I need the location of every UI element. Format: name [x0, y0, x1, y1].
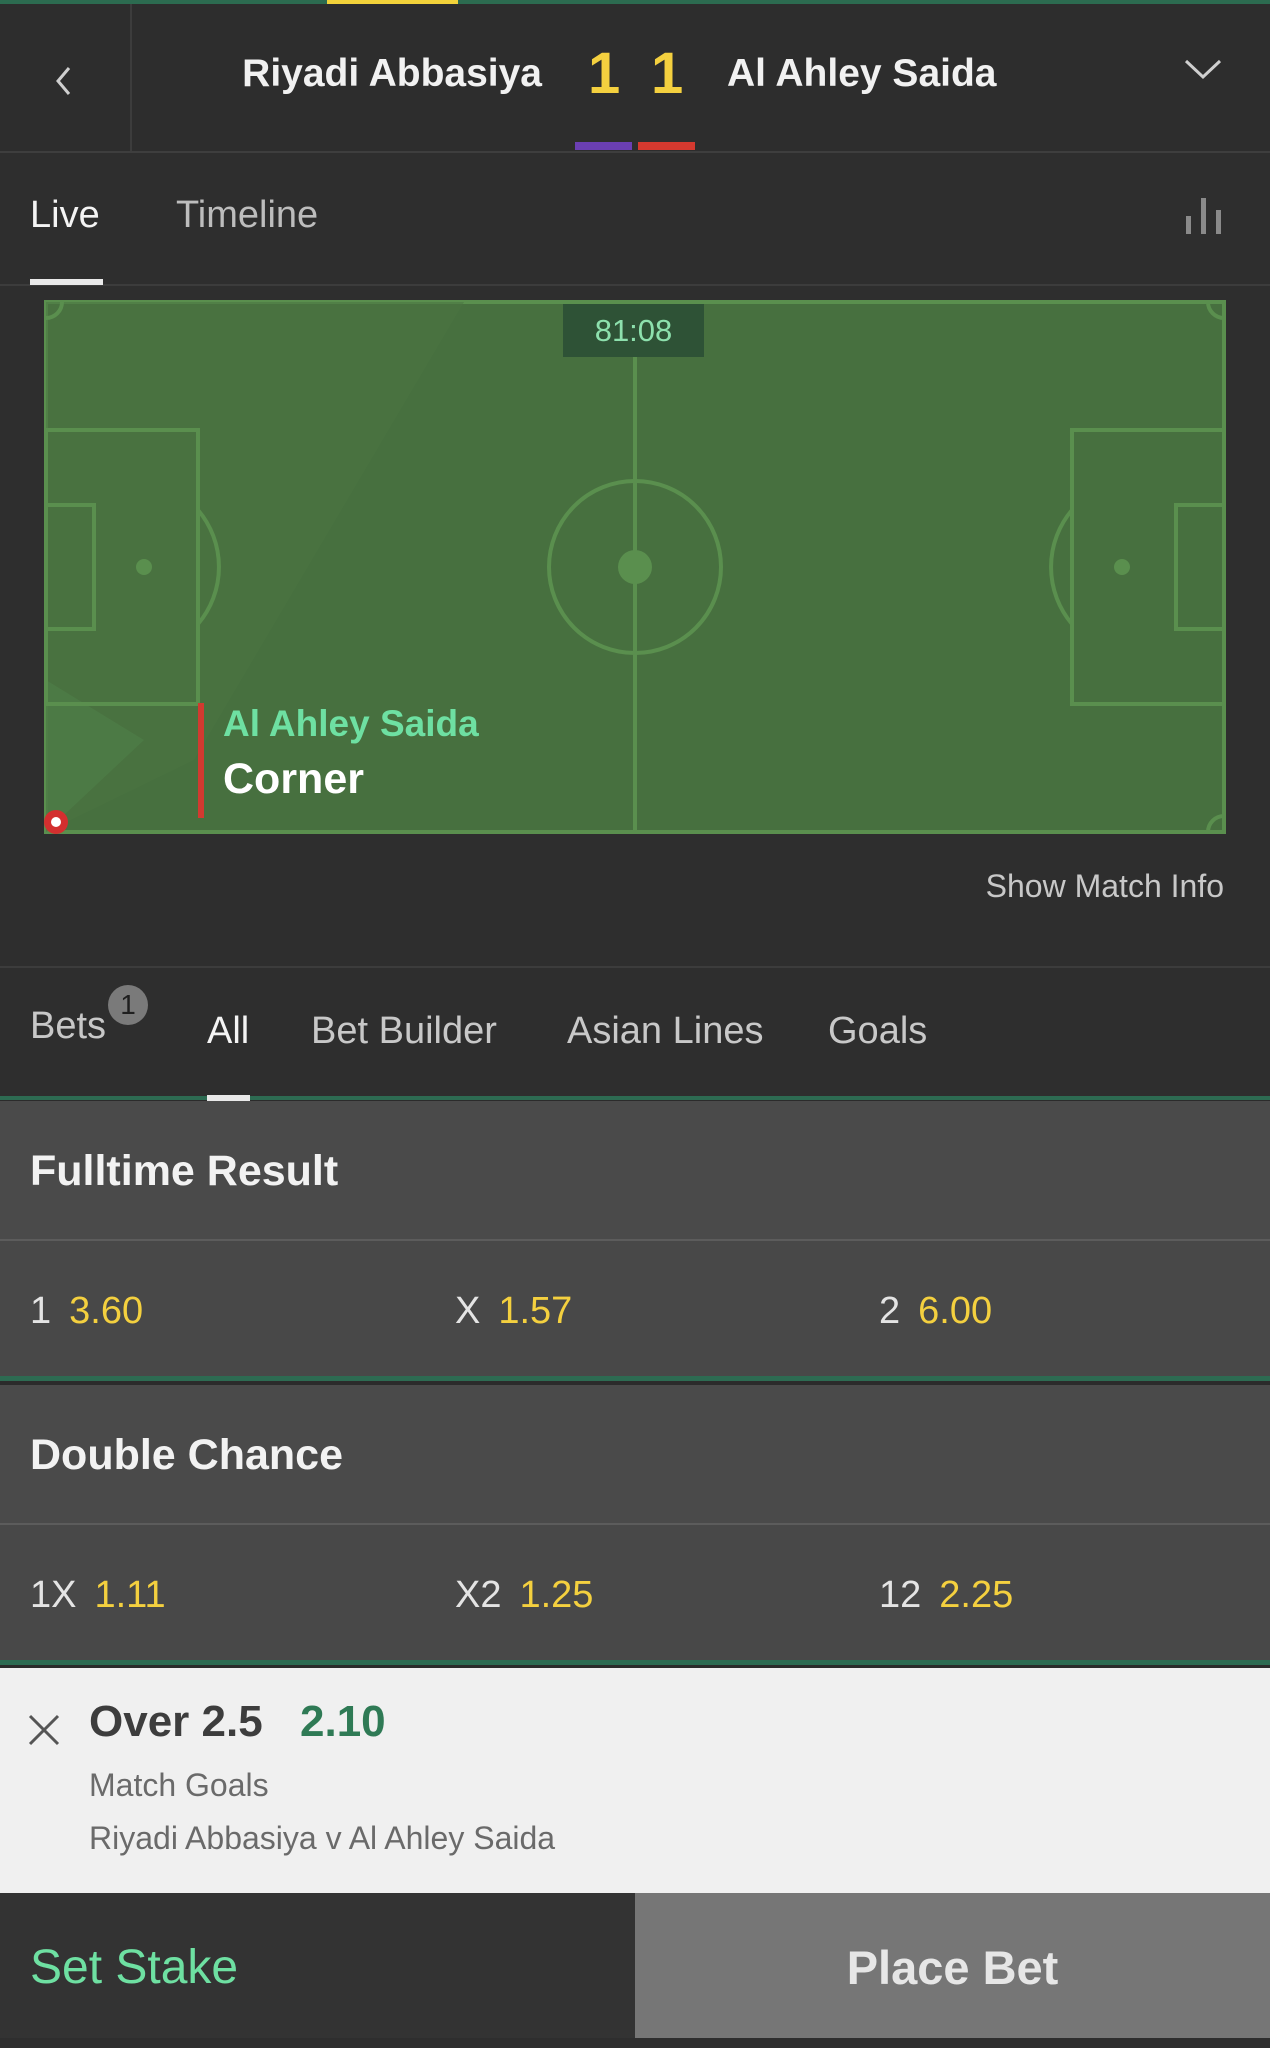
selection-odds: 2.25 [939, 1574, 1014, 1616]
market-title: Fulltime Result [30, 1147, 339, 1195]
tab-bet-builder[interactable]: Bet Builder [311, 1010, 497, 1053]
selection-label: X2 [455, 1574, 502, 1616]
slip-event: Riyadi Abbasiya v Al Ahley Saida [89, 1820, 556, 1856]
away-team-name: Al Ahley Saida [727, 52, 997, 95]
stats-icon[interactable] [1184, 198, 1224, 234]
selection-12[interactable]: 12 2.25 [879, 1574, 1013, 1617]
selection-odds: 1.11 [94, 1574, 166, 1616]
close-icon[interactable] [26, 1712, 62, 1748]
slip-market: Match Goals [89, 1767, 269, 1803]
selection-label: 12 [879, 1574, 922, 1616]
tab-live[interactable]: Live [30, 194, 100, 237]
slip-odds: 2.10 [300, 1697, 386, 1746]
selection-odds: 3.60 [69, 1290, 144, 1332]
tab-all[interactable]: All [207, 1010, 249, 1053]
match-header [0, 4, 1270, 153]
tab-timeline[interactable]: Timeline [176, 194, 318, 237]
event-type: Corner [223, 755, 364, 803]
bets-count-badge: 1 [108, 985, 148, 1025]
selection-1x[interactable]: 1X 1.11 [30, 1574, 166, 1617]
home-team-name: Riyadi Abbasiya [242, 52, 542, 95]
selection-label: 1X [30, 1574, 77, 1616]
tab-goals[interactable]: Goals [828, 1010, 927, 1053]
tab-asian-lines[interactable]: Asian Lines [567, 1010, 763, 1053]
home-color-bar [575, 142, 632, 150]
bottom-strip [0, 2038, 1270, 2048]
place-bet-label[interactable]: Place Bet [635, 1940, 1270, 1995]
match-clock: 81:08 [563, 304, 704, 357]
market-title: Double Chance [30, 1431, 343, 1479]
selection-label: 2 [879, 1290, 901, 1332]
away-score: 1 [651, 41, 684, 106]
tab-active-underline [30, 279, 103, 285]
slip-selection: Over 2.5 [89, 1697, 263, 1746]
selection-odds: 1.57 [498, 1290, 573, 1332]
tab-bets[interactable]: Bets [30, 1005, 106, 1048]
odds-row [0, 1241, 1270, 1381]
home-score: 1 [588, 41, 621, 106]
back-button[interactable] [0, 4, 132, 151]
selection-label: X [455, 1290, 481, 1332]
selection-odds: 6.00 [918, 1290, 993, 1332]
event-team-name: Al Ahley Saida [223, 703, 479, 744]
chevron-down-icon[interactable] [1183, 57, 1223, 81]
odds-row [0, 1525, 1270, 1665]
selection-x2[interactable]: X2 1.25 [455, 1574, 593, 1617]
selection-draw[interactable]: X 1.57 [455, 1290, 572, 1333]
away-color-bar [638, 142, 695, 150]
show-match-info-link[interactable]: Show Match Info [986, 868, 1224, 905]
set-stake-button[interactable]: Set Stake [30, 1940, 238, 1995]
chevron-left-icon [56, 67, 71, 95]
selection-odds: 1.25 [519, 1574, 594, 1616]
selection-label: 1 [30, 1290, 52, 1332]
selection-home[interactable]: 1 3.60 [30, 1290, 143, 1333]
event-team-marker [198, 703, 204, 818]
football-pitch [44, 300, 1226, 834]
selection-away[interactable]: 2 6.00 [879, 1290, 992, 1333]
